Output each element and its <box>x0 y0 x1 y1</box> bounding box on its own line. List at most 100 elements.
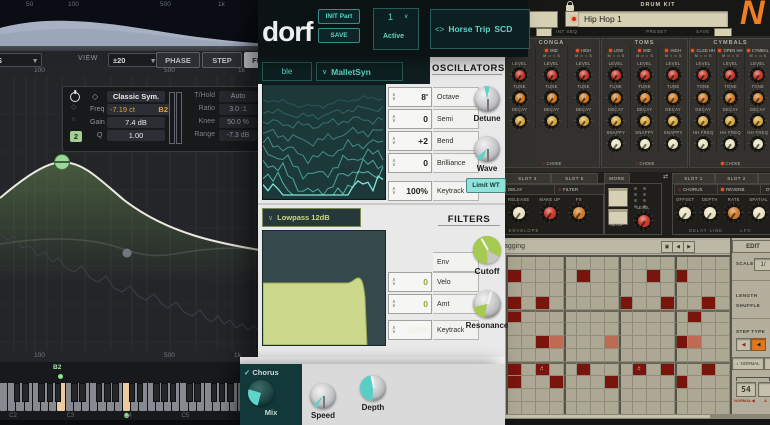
gain-value[interactable]: 7.4 dB <box>107 117 165 128</box>
normal-tab[interactable]: ♪ NORMAL <box>732 357 764 370</box>
seq-step[interactable] <box>716 376 730 389</box>
seq-step[interactable] <box>577 389 591 402</box>
seq-step[interactable] <box>633 323 647 336</box>
filter-type-menu[interactable]: ∨ Lowpass 12dB <box>262 208 361 227</box>
choke-indicator[interactable]: CHOKE <box>690 161 770 166</box>
save-button[interactable]: SAVE <box>318 28 360 43</box>
seq-step[interactable] <box>564 376 578 389</box>
seq-step[interactable] <box>619 349 633 362</box>
seq-step[interactable] <box>564 310 578 323</box>
range-value[interactable]: -7.3 dB <box>219 130 257 141</box>
q-value[interactable]: 1.00 <box>107 130 165 141</box>
make-up-knob[interactable] <box>541 204 558 221</box>
seq-step[interactable] <box>591 336 605 349</box>
mute-solo-indicators[interactable]: MS <box>749 53 766 59</box>
seq-step[interactable] <box>591 310 605 323</box>
seq-step[interactable] <box>675 376 689 389</box>
seq-step[interactable] <box>508 376 522 389</box>
piano-key-black[interactable] <box>219 383 226 402</box>
seq-step[interactable] <box>619 270 633 283</box>
piano-key-black[interactable] <box>161 383 168 402</box>
seq-step[interactable] <box>661 336 675 349</box>
seq-step[interactable] <box>605 362 619 375</box>
fx-cell-reverb[interactable]: REVERB <box>717 184 763 195</box>
seq-step[interactable] <box>605 297 619 310</box>
seq-step[interactable] <box>661 362 675 375</box>
seq-step[interactable] <box>577 257 591 270</box>
seq-step[interactable] <box>550 376 564 389</box>
seq-step[interactable] <box>619 336 633 349</box>
piano-key-black[interactable] <box>211 383 218 402</box>
seq-step[interactable] <box>633 283 647 296</box>
seq-step[interactable] <box>675 297 689 310</box>
seq-step[interactable] <box>688 349 702 362</box>
seq-step[interactable] <box>564 362 578 375</box>
mute-solo-indicators[interactable]: MS <box>695 53 712 59</box>
piano-key-black[interactable] <box>22 383 29 402</box>
ratio-value[interactable]: 3.0 :1 <box>219 104 257 115</box>
decay-knob[interactable] <box>637 113 652 128</box>
seq-step[interactable] <box>688 336 702 349</box>
seq-step[interactable] <box>647 349 661 362</box>
seq-step[interactable] <box>536 257 550 270</box>
seq-step[interactable] <box>605 270 619 283</box>
seq-step[interactable] <box>564 349 578 362</box>
level-knob[interactable] <box>666 67 681 82</box>
seq-step[interactable] <box>675 323 689 336</box>
hh-freq-knob[interactable] <box>750 136 765 151</box>
seq-step[interactable] <box>688 257 702 270</box>
seq-step[interactable] <box>508 257 522 270</box>
seq-step[interactable] <box>550 283 564 296</box>
seq-step[interactable] <box>605 349 619 362</box>
speed-knob[interactable] <box>310 383 336 409</box>
seq-step[interactable] <box>508 283 522 296</box>
depth-knob[interactable] <box>360 375 386 401</box>
seq-step[interactable] <box>661 323 675 336</box>
seq-step[interactable] <box>591 283 605 296</box>
fx-cell-filter[interactable]: FILTER <box>554 184 605 195</box>
piano-key-black[interactable] <box>79 383 86 402</box>
spatial-knob[interactable] <box>750 204 767 221</box>
seq-step[interactable] <box>508 270 522 283</box>
seq-step[interactable] <box>577 297 591 310</box>
level-knob[interactable] <box>608 67 623 82</box>
seq-step[interactable] <box>577 270 591 283</box>
seq-step[interactable] <box>619 376 633 389</box>
seq-step[interactable] <box>536 349 550 362</box>
seq-step[interactable] <box>702 349 716 362</box>
decay-knob[interactable] <box>608 113 623 128</box>
seq-step[interactable] <box>536 323 550 336</box>
choke-indicator[interactable]: CHOKE <box>602 161 687 166</box>
piano-key-black[interactable] <box>38 383 45 402</box>
chorus-title[interactable]: ✓ Chorus <box>244 368 279 377</box>
decay-knob[interactable] <box>576 113 591 128</box>
level-knob[interactable] <box>637 67 652 82</box>
offset-knob[interactable] <box>677 204 694 221</box>
seq-step[interactable] <box>716 323 730 336</box>
seq-step[interactable] <box>577 283 591 296</box>
seq-step[interactable] <box>522 257 536 270</box>
keytrack-stepper[interactable]: ∧∨100% <box>388 320 432 340</box>
level-knob[interactable] <box>723 67 738 82</box>
seq-step[interactable] <box>716 297 730 310</box>
seq-step[interactable] <box>522 336 536 349</box>
seq-step[interactable] <box>522 362 536 375</box>
shape-icon-dim[interactable]: ◇ <box>71 103 76 111</box>
seq-step[interactable] <box>536 389 550 402</box>
value-display[interactable]: 54 <box>736 382 756 397</box>
seq-step[interactable] <box>688 376 702 389</box>
level-knob[interactable] <box>750 67 765 82</box>
piano-key-black[interactable] <box>137 383 144 402</box>
next-pattern-button[interactable]: ▶ <box>683 241 695 253</box>
snappy-knob[interactable] <box>637 136 652 151</box>
decay-knob[interactable] <box>723 113 738 128</box>
thold-value[interactable]: Auto <box>219 91 257 102</box>
wavetable-menu[interactable]: ∨ MalletSyn <box>316 62 403 81</box>
seq-step[interactable] <box>619 389 633 402</box>
seq-step[interactable] <box>688 283 702 296</box>
seq-step[interactable] <box>591 257 605 270</box>
seq-step[interactable] <box>661 257 675 270</box>
patch-prev-next-icon[interactable]: <> <box>435 25 444 34</box>
seq-step[interactable] <box>675 257 689 270</box>
level-knob[interactable] <box>512 67 527 82</box>
